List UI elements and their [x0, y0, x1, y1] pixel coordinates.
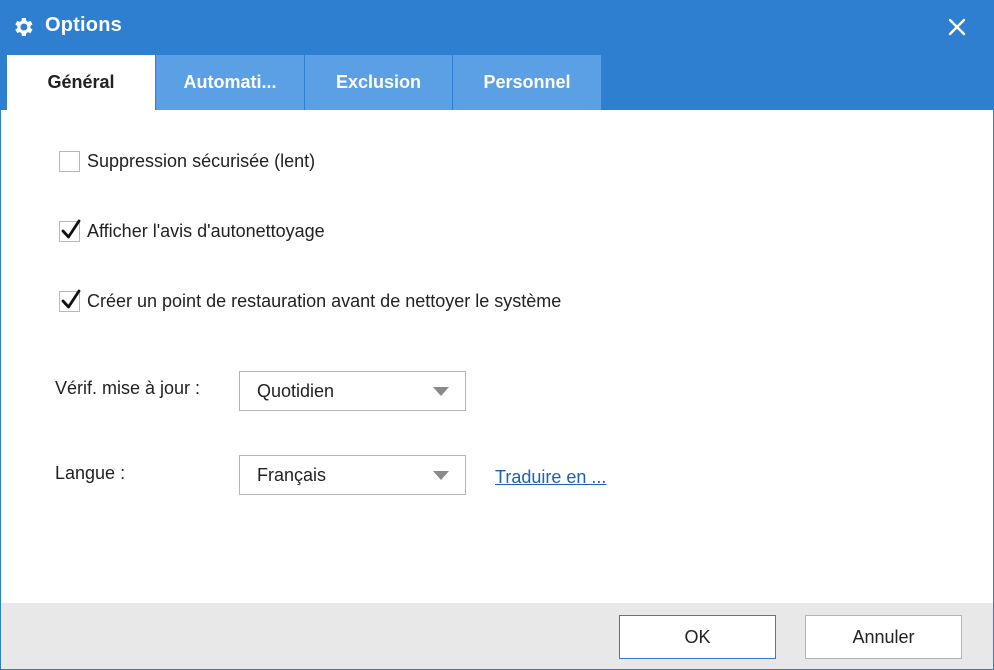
cancel-button[interactable]: Annuler [805, 615, 962, 659]
gear-icon [11, 15, 35, 39]
update-frequency-value: Quotidien [257, 381, 335, 401]
language-label: Langue : [55, 463, 126, 483]
tab-personal[interactable]: Personnel [453, 55, 601, 110]
autoclean-notice-option[interactable]: Afficher l'avis d'autonettoyage [59, 219, 325, 243]
language-value: Français [257, 465, 327, 485]
close-button[interactable] [941, 11, 973, 43]
dialog-title: Options [45, 14, 122, 36]
checkmark-icon [61, 219, 81, 238]
update-frequency-select[interactable]: Quotidien [239, 371, 466, 411]
secure-delete-label: Suppression sécurisée (lent) [87, 150, 316, 171]
chevron-down-icon [433, 387, 449, 396]
ok-button[interactable]: OK [619, 615, 776, 659]
autoclean-notice-label: Afficher l'avis d'autonettoyage [87, 220, 325, 241]
tab-automatic[interactable]: Automati... [156, 55, 304, 110]
autoclean-notice-checkbox[interactable] [59, 219, 81, 242]
general-panel: Suppression sécurisée (lent) Afficher l'… [1, 110, 993, 603]
translate-link[interactable]: Traduire en ... [495, 467, 606, 488]
update-check-label: Vérif. mise à jour : [55, 378, 201, 398]
tab-exclusion[interactable]: Exclusion [305, 55, 452, 110]
dialog-footer: OK Annuler [1, 603, 993, 669]
secure-delete-checkbox[interactable] [59, 150, 80, 172]
options-dialog: Options Général Automati... Exclusion Pe… [0, 0, 994, 670]
chevron-down-icon [433, 471, 449, 480]
title-bar: Options [1, 1, 993, 55]
close-icon [948, 18, 966, 36]
tab-bar: Général Automati... Exclusion Personnel [1, 55, 993, 110]
secure-delete-option[interactable]: Suppression sécurisée (lent) [59, 149, 315, 173]
language-select[interactable]: Français [239, 455, 466, 495]
restore-point-checkbox[interactable] [59, 289, 81, 312]
checkmark-icon [61, 289, 81, 308]
tab-general[interactable]: Général [7, 55, 155, 110]
restore-point-label: Créer un point de restauration avant de … [87, 290, 562, 311]
restore-point-option[interactable]: Créer un point de restauration avant de … [59, 289, 561, 313]
